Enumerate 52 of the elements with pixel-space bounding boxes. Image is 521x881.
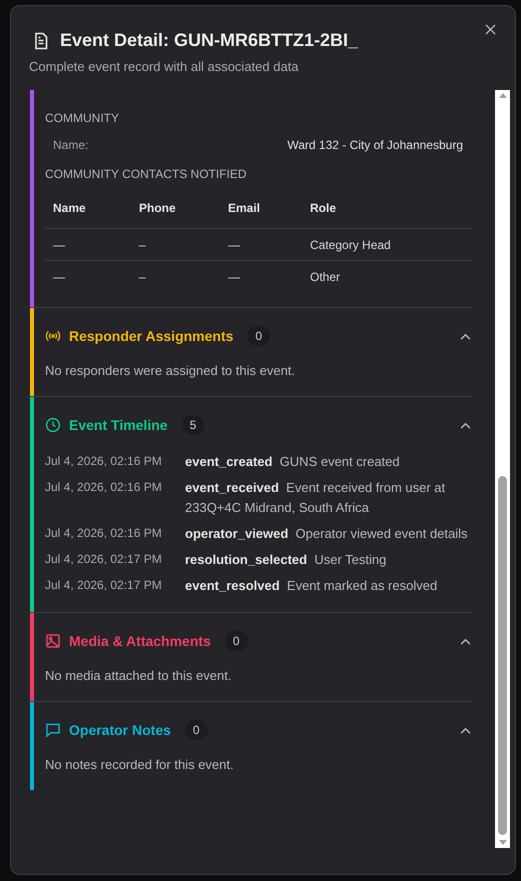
dialog-subtitle: Complete event record with all associated data [29,59,300,74]
column-header: Name [45,193,131,228]
section-title[interactable]: Responder Assignments [69,328,234,344]
timeline-time: Jul 4, 2026, 02:16 PM [45,525,163,542]
empty-message: No media attached to this event. [45,667,232,685]
table-cell: — [220,260,302,292]
timeline-entry: resolution_selected User Testing [185,551,386,569]
clock-icon [45,417,61,433]
table-cell: – [131,260,220,292]
section-heading: COMMUNITY [45,111,120,125]
table-cell: Category Head [302,228,471,260]
count-badge: 0 [184,720,208,740]
scroll-up-icon[interactable] [498,93,506,98]
table-cell: — [220,228,302,260]
chevron-icon[interactable] [460,638,471,644]
section-heading: COMMUNITY CONTACTS NOTIFIED [45,167,248,181]
timeline-time: Jul 4, 2026, 02:16 PM [45,479,163,496]
timeline-time: Jul 4, 2026, 02:17 PM [45,551,163,568]
timeline-entry: event_resolved Event marked as resolved [185,577,438,595]
chevron-icon[interactable] [460,332,471,340]
table-cell: – [131,228,220,260]
chevron-icon[interactable] [460,726,471,734]
table-cell: — [45,228,131,260]
chevron-icon[interactable] [460,422,471,428]
close-icon[interactable] [485,24,496,35]
column-header: Phone [131,193,220,228]
section-title[interactable]: Event Timeline [69,417,168,433]
scrollbar-thumb[interactable] [498,476,507,835]
count-badge: 0 [224,631,248,651]
empty-message: No responders were assigned to this event. [45,362,296,380]
timeline-time: Jul 4, 2026, 02:17 PM [45,577,163,594]
column-header: Role [302,193,471,228]
scroll-down-icon[interactable] [498,840,506,845]
count-badge: 5 [182,415,204,435]
image-icon [45,633,61,649]
section-title[interactable]: Operator Notes [69,722,171,738]
timeline-entry: event_created GUNS event created [185,453,400,471]
column-header: Email [220,193,302,228]
chat-icon [45,722,61,738]
broadcast-icon [45,328,61,344]
timeline-entry: operator_viewed Operator viewed event details [185,525,468,543]
timeline-entry: event_received Event received from user at 233Q+4C Midrand, South Africa [185,479,446,517]
scrollbar[interactable] [495,90,510,848]
count-badge: 0 [247,326,270,346]
dialog-title: Event Detail: GUN-MR6BTTZ1-2BI_ [60,30,358,51]
table-cell: — [45,260,131,292]
timeline-time: Jul 4, 2026, 02:16 PM [45,453,163,470]
empty-message: No notes recorded for this event. [45,756,235,774]
field-label: Name: [53,138,88,152]
section-title[interactable]: Media & Attachments [69,633,211,649]
table-cell: Other [302,260,471,292]
field-value: Ward 132 - City of Johannesburg [287,138,463,152]
